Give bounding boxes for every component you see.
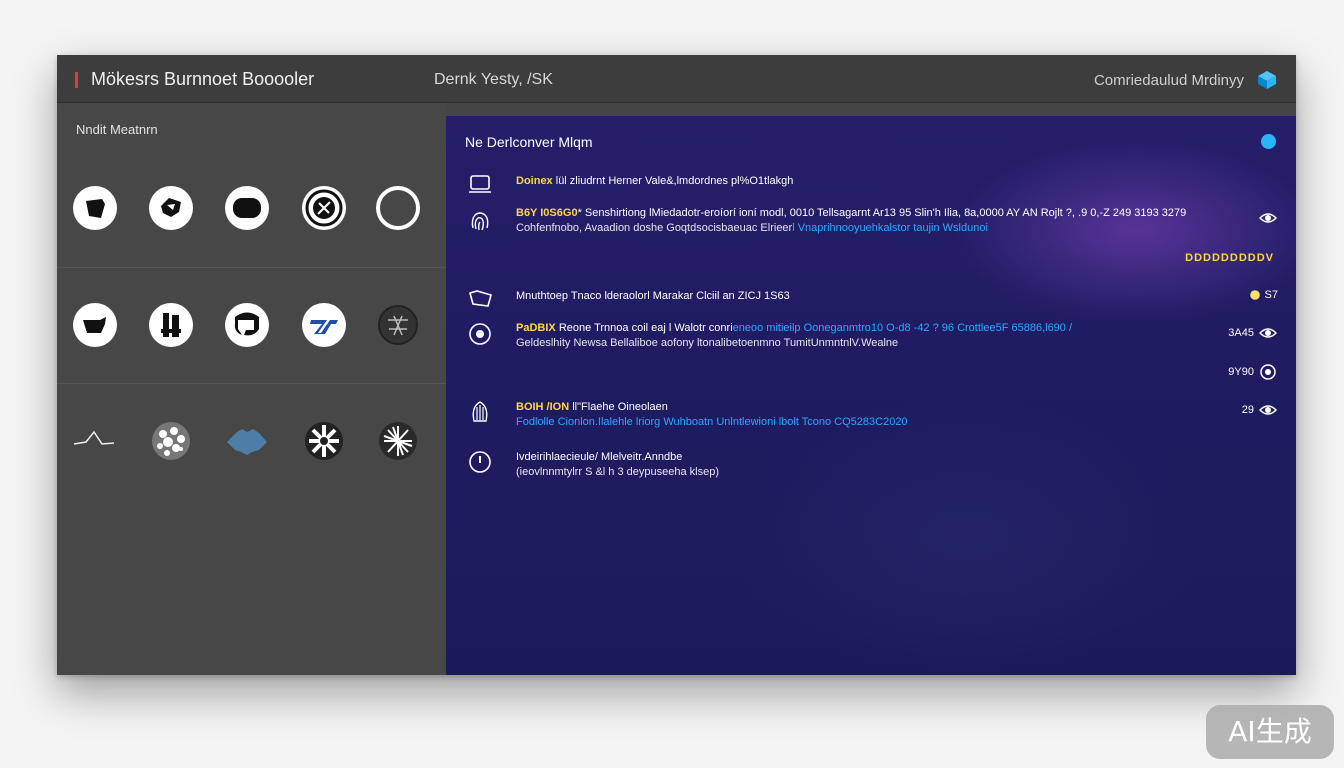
sidebar-title: Nndit Meatnrn bbox=[76, 122, 158, 137]
wave-icon[interactable] bbox=[72, 418, 118, 464]
title-bar: Mökesrs Burnnoet Booooler Dernk Yesty, /… bbox=[57, 55, 1296, 103]
emblem-icon[interactable] bbox=[375, 302, 421, 348]
row-action[interactable] bbox=[1258, 209, 1278, 227]
progress-strip: DDDDDDDDDV bbox=[1185, 252, 1274, 264]
row-line: lül zliudrnt Herner Vale&,lmdordnes pl%O… bbox=[555, 175, 794, 187]
clock-icon bbox=[467, 449, 493, 475]
star-icon[interactable] bbox=[301, 418, 347, 464]
row-line: Reone Trnnoa coil eaj l Walotr conri bbox=[558, 322, 733, 334]
cube-logo-icon[interactable] bbox=[1256, 69, 1278, 91]
folder-icon bbox=[467, 286, 493, 312]
row-tag: B6Y I0S6G0 bbox=[516, 207, 578, 219]
row-count: 3A45 bbox=[1228, 327, 1254, 339]
row-action[interactable]: 9Y90 bbox=[1228, 363, 1278, 381]
laptop-icon bbox=[467, 171, 493, 197]
row-action[interactable]: 29 bbox=[1242, 401, 1278, 419]
list-item[interactable]: B6Y I0S6G0* Senshirtiong lMiedadotr-eroí… bbox=[446, 205, 1296, 245]
coin-icon bbox=[1249, 290, 1260, 300]
list-item[interactable]: 9Y90 bbox=[446, 363, 1296, 385]
seven-icon[interactable] bbox=[224, 302, 270, 348]
burst-icon[interactable] bbox=[375, 418, 421, 464]
brand-icon[interactable] bbox=[301, 302, 347, 348]
status-indicator[interactable] bbox=[1261, 134, 1276, 149]
row-detail: Cohfenfnobo, Avaadion doshe Goqtdsocisba… bbox=[516, 222, 793, 234]
account-label[interactable]: Comriedaulud Mrdinyy bbox=[1094, 72, 1244, 89]
list-item[interactable]: Mnuthtoep Tnaco lderaolorl Marakar Clcii… bbox=[446, 286, 1296, 312]
tower-icon[interactable] bbox=[148, 302, 194, 348]
row-line: ll"Flaehe Oineolaen bbox=[572, 401, 668, 413]
eye-icon bbox=[1258, 405, 1278, 415]
row-tag: PaDBIX bbox=[516, 322, 556, 334]
icon-row bbox=[57, 383, 446, 499]
eye-icon bbox=[1258, 213, 1278, 223]
fingerprint-icon bbox=[467, 208, 493, 234]
app-window: Mökesrs Burnnoet Booooler Dernk Yesty, /… bbox=[57, 55, 1296, 675]
row-action[interactable]: 3A45 bbox=[1228, 324, 1278, 342]
sidebar: Nndit Meatnrn bbox=[57, 103, 446, 675]
teapot-icon[interactable] bbox=[72, 302, 118, 348]
target-icon bbox=[467, 321, 493, 347]
eye-icon bbox=[1258, 328, 1278, 338]
eye-icon bbox=[1260, 364, 1276, 380]
row-link: l Vnaprihnooyuehkalstor taujin Wsldunoi bbox=[792, 222, 988, 234]
noise-icon[interactable] bbox=[148, 418, 194, 464]
row-count: S7 bbox=[1264, 289, 1278, 301]
shirt-icon[interactable] bbox=[72, 185, 118, 231]
list-item[interactable]: PaDBIX Reone Trnnoa coil eaj l Walotr co… bbox=[446, 319, 1296, 359]
cloud-icon[interactable] bbox=[224, 418, 270, 464]
row-tag: Doinex bbox=[516, 175, 553, 187]
row-action[interactable]: S7 bbox=[1249, 289, 1278, 301]
ring-icon[interactable] bbox=[375, 185, 421, 231]
row-detail: (ieovlnnmtylrr S &l h 3 deypuseeha klsep… bbox=[516, 466, 719, 478]
row-link: Fodlolle Cionlon.Ilalehle lriorg Wuhboat… bbox=[516, 416, 908, 428]
accent-marker bbox=[75, 72, 78, 88]
icon-row bbox=[57, 267, 446, 383]
compass-icon[interactable] bbox=[301, 185, 347, 231]
main-panel: Ne Derlconver Mlqm DDDDDDDDDV Doinex lül… bbox=[446, 116, 1296, 675]
icon-row bbox=[57, 151, 446, 267]
row-link: eneoo mitieilp Ooneganmtro10 O-d8 -42 ? … bbox=[732, 322, 1073, 334]
frame-icon[interactable] bbox=[224, 185, 270, 231]
row-line: Mnuthtoep Tnaco lderaolorl Marakar Clcii… bbox=[516, 290, 790, 302]
list-item[interactable]: Doinex lül zliudrnt Herner Vale&,lmdordn… bbox=[446, 171, 1296, 197]
list-item[interactable]: Ivdeirihlaecieule/ Mlelveitr.Anndbe (ieo… bbox=[446, 447, 1296, 481]
row-detail: Geldeslhity Newsa Bellaliboe aofony lton… bbox=[516, 337, 899, 349]
row-line-tail: Rojlt ?, .9 0,-Z 249 3193 3279 bbox=[1040, 207, 1187, 219]
row-line: * Senshirtiong lMiedadotr-eroíorí ioní m… bbox=[577, 207, 1038, 219]
list-item[interactable]: BOIH /ION ll"Flaehe Oineolaen Fodlolle C… bbox=[446, 397, 1296, 431]
row-tag: BOIH /ION bbox=[516, 401, 570, 413]
panel-title: Ne Derlconver Mlqm bbox=[465, 134, 593, 150]
app-title: Mökesrs Burnnoet Booooler bbox=[91, 69, 315, 89]
ai-generated-badge: AI生成 bbox=[1206, 705, 1334, 759]
seashell-icon bbox=[467, 399, 493, 425]
row-line: Ivdeirihlaecieule/ Mlelveitr.Anndbe bbox=[516, 451, 683, 463]
gem-icon[interactable] bbox=[148, 185, 194, 231]
row-count: 9Y90 bbox=[1228, 366, 1254, 378]
row-count: 29 bbox=[1241, 404, 1254, 416]
window-subtitle: Dernk Yesty, /SK bbox=[434, 71, 553, 88]
